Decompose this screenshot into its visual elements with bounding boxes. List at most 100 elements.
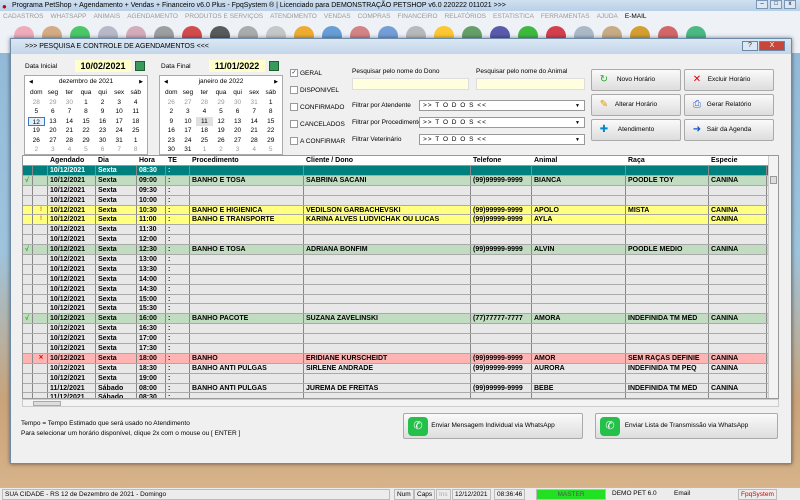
calendar-day[interactable]: 21 (246, 126, 263, 136)
column-header[interactable]: Raça (626, 156, 709, 165)
column-header[interactable] (23, 156, 33, 165)
calendar-day[interactable]: 31 (111, 136, 128, 146)
calendar-day[interactable]: 16 (94, 117, 111, 127)
calendar-day[interactable]: 1 (127, 136, 144, 146)
calendar-day[interactable]: 29 (45, 98, 62, 108)
calendar-day[interactable]: 14 (61, 117, 78, 127)
filter-checkbox-geral[interactable]: ✓ GERAL (290, 69, 322, 77)
calendar-initial[interactable]: ◀ dezembro de 2021 ▶ dom seg ter qua qui sex sáb 2… (24, 75, 148, 155)
table-row[interactable]: √ 10/12/2021 Sexta 16:00: BANHO PACOTE SUZANA… (23, 314, 778, 325)
calendar-day[interactable]: 31 (246, 98, 263, 108)
calendar-day[interactable]: 15 (78, 117, 95, 127)
calendar-icon[interactable] (135, 61, 145, 71)
calendar-day[interactable]: 25 (127, 126, 144, 136)
calendar-day[interactable]: 4 (61, 145, 78, 155)
calendar-day[interactable]: 20 (45, 126, 62, 136)
checkbox-box[interactable] (290, 103, 298, 111)
calendar-day[interactable]: 21 (61, 126, 78, 136)
calendar-day[interactable]: 12 (213, 117, 230, 127)
checkbox-box[interactable] (290, 120, 298, 128)
table-row[interactable]: 10/12/2021 Sexta 08:30: (23, 166, 778, 176)
table-row[interactable]: 10/12/2021 Sexta 09:30: (23, 185, 778, 196)
appointments-table[interactable]: Agendado Dia Hora TE Procedimento Cliente / D… (22, 155, 779, 399)
menu-item-7[interactable]: COMPRAS (358, 11, 391, 23)
attendance-button[interactable]: ✚ Atendimento (591, 119, 681, 141)
owner-search-input[interactable] (352, 78, 469, 90)
calendar-day[interactable]: 13 (45, 117, 62, 127)
table-row[interactable]: 10/12/2021 Sexta 14:00: (23, 274, 778, 285)
calendar-day[interactable]: 6 (229, 107, 246, 117)
calendar-day[interactable]: 30 (94, 136, 111, 146)
calendar-day[interactable]: 7 (111, 145, 128, 155)
calendar-day[interactable]: 28 (246, 136, 263, 146)
calendar-day[interactable]: 15 (262, 117, 279, 127)
edit-slot-button[interactable]: ✎ Alterar Horário (591, 94, 681, 116)
prev-month-icon[interactable]: ◀ (29, 76, 33, 88)
column-header[interactable]: Dia (96, 156, 137, 165)
column-header[interactable]: Agendado (48, 156, 96, 165)
calendar-day[interactable]: 23 (163, 136, 180, 146)
table-row[interactable]: √ 10/12/2021 Sexta 12:30: BANHO E TOSA ADRIAN… (23, 245, 778, 256)
filter-checkbox-confirmado[interactable]: CONFIRMADO (290, 103, 344, 111)
filter-select[interactable]: >> T O D O S << ▼ (419, 117, 585, 128)
calendar-day[interactable]: 1 (196, 145, 213, 155)
new-slot-button[interactable]: ↻ Novo Horário (591, 69, 681, 91)
calendar-day[interactable]: 29 (262, 136, 279, 146)
calendar-day[interactable]: 23 (94, 126, 111, 136)
calendar-day[interactable]: 24 (180, 136, 197, 146)
checkbox-box[interactable] (290, 86, 298, 94)
chevron-down-icon[interactable]: ▼ (575, 101, 581, 111)
calendar-day[interactable]: 5 (262, 145, 279, 155)
close-dialog-button[interactable]: X (759, 41, 785, 51)
calendar-day[interactable]: 10 (180, 117, 197, 127)
table-row[interactable]: 10/12/2021 Sexta 10:00: (23, 195, 778, 206)
filter-select[interactable]: >> T O D O S << ▼ (419, 100, 585, 111)
table-row[interactable]: √ 10/12/2021 Sexta 09:00: BANHO E TOSA SABRIN… (23, 175, 778, 186)
filter-checkbox-a-confirmar[interactable]: A CONFIRMAR (290, 137, 345, 145)
menu-item-10[interactable]: ESTATISTICA (493, 11, 534, 23)
calendar-day[interactable]: 3 (111, 98, 128, 108)
delete-slot-button[interactable]: ✕ Excluir Horário (684, 69, 774, 91)
calendar-day[interactable]: 7 (246, 107, 263, 117)
vertical-scrollbar[interactable] (768, 156, 778, 398)
next-month-icon[interactable]: ▶ (274, 76, 278, 88)
horizontal-scrollbar[interactable] (22, 399, 779, 407)
column-header[interactable]: Telefone (471, 156, 532, 165)
calendar-day[interactable]: 14 (246, 117, 263, 127)
menu-item-3[interactable]: AGENDAMENTO (127, 11, 178, 23)
checkbox-box[interactable] (290, 137, 298, 145)
menu-item-12[interactable]: AJUDA (597, 11, 618, 23)
calendar-day[interactable]: 11 (196, 116, 213, 126)
calendar-day[interactable]: 5 (78, 145, 95, 155)
calendar-day[interactable]: 3 (45, 145, 62, 155)
filter-checkbox-disponivel[interactable]: DISPONIVEL (290, 86, 339, 94)
calendar-day[interactable]: 5 (213, 107, 230, 117)
calendar-day[interactable]: 10 (111, 107, 128, 117)
calendar-day[interactable]: 22 (262, 126, 279, 136)
calendar-day[interactable]: 19 (28, 126, 45, 136)
calendar-day[interactable]: 4 (127, 98, 144, 108)
table-row[interactable]: 10/12/2021 Sexta 17:30: (23, 344, 778, 354)
table-row[interactable]: 10/12/2021 Sexta 15:30: (23, 304, 778, 315)
table-row[interactable]: 10/12/2021 Sexta 19:00: (23, 373, 778, 384)
initial-date-field[interactable]: 10/02/2021 (75, 60, 131, 72)
calendar-day[interactable]: 17 (180, 126, 197, 136)
table-row[interactable]: 10/12/2021 Sexta 15:00: (23, 294, 778, 305)
column-header[interactable]: Hora (137, 156, 166, 165)
calendar-day[interactable]: 22 (78, 126, 95, 136)
status-email[interactable]: Email (672, 489, 692, 500)
calendar-day[interactable]: 20 (229, 126, 246, 136)
menu-item-6[interactable]: VENDAS (324, 11, 351, 23)
calendar-day[interactable]: 29 (213, 98, 230, 108)
menu-item-13[interactable]: E-MAIL (625, 11, 647, 23)
next-month-icon[interactable]: ▶ (139, 76, 143, 88)
table-row[interactable]: 10/12/2021 Sexta 18:30: BANHO ANTI PULGAS SI… (23, 363, 778, 374)
calendar-day[interactable]: 9 (94, 107, 111, 117)
column-header[interactable]: Cliente / Dono (304, 156, 471, 165)
calendar-day[interactable]: 27 (229, 136, 246, 146)
menu-item-11[interactable]: FERRAMENTAS (541, 11, 590, 23)
calendar-day[interactable]: 24 (111, 126, 128, 136)
menu-item-4[interactable]: PRODUTOS E SERVIÇOS (185, 11, 263, 23)
calendar-day[interactable]: 8 (262, 107, 279, 117)
table-row[interactable]: 10/12/2021 Sexta 16:30: (23, 324, 778, 335)
